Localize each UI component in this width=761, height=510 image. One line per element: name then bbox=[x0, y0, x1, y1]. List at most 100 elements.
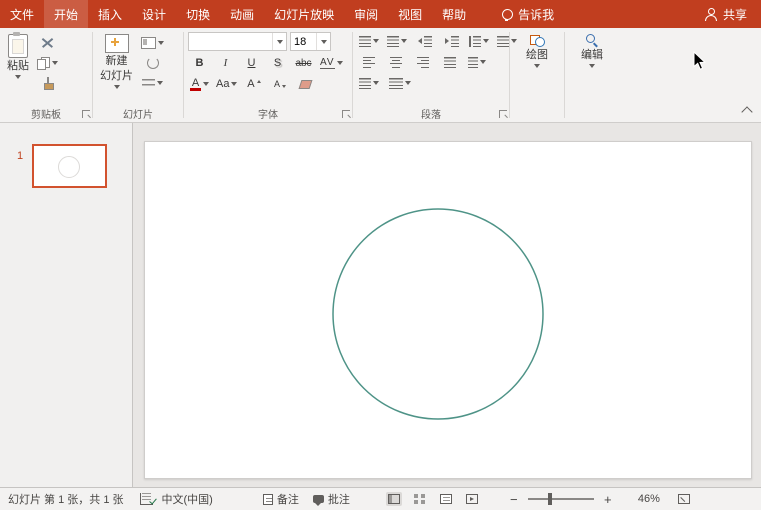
editing-button[interactable]: 编辑 bbox=[578, 32, 606, 70]
workspace: 1 bbox=[0, 123, 761, 487]
font-group: B I U S abc AV A bbox=[184, 28, 352, 122]
tab-view[interactable]: 视图 bbox=[388, 0, 432, 28]
section-button[interactable] bbox=[139, 74, 166, 92]
lightbulb-icon bbox=[502, 8, 514, 21]
slide-number: 1 bbox=[17, 150, 24, 162]
shrink-font-button[interactable]: A bbox=[268, 75, 291, 93]
format-painter-button[interactable] bbox=[35, 74, 60, 92]
paragraph-dialog-launcher[interactable] bbox=[499, 110, 507, 118]
copy-button[interactable] bbox=[35, 54, 60, 72]
paragraph-group: 段落 bbox=[353, 28, 517, 122]
status-bar: 幻灯片 第 1 张，共 1 张 中文(中国) 备注 批注 − + 46% bbox=[0, 487, 761, 510]
cut-button[interactable] bbox=[35, 34, 60, 52]
line-spacing-button[interactable] bbox=[467, 32, 491, 50]
slide-thumbnail[interactable] bbox=[32, 144, 107, 188]
new-slide-button[interactable]: 新建 幻灯片 bbox=[97, 32, 136, 91]
drawing-label: 绘图 bbox=[526, 49, 548, 61]
comments-button[interactable]: 批注 bbox=[312, 491, 350, 507]
character-spacing-button[interactable]: AV bbox=[318, 54, 345, 72]
slide-thumbnail-panel[interactable]: 1 bbox=[0, 123, 133, 487]
paste-button[interactable]: 粘贴 bbox=[4, 32, 32, 81]
reset-icon bbox=[146, 57, 159, 69]
layout-button[interactable] bbox=[139, 34, 166, 52]
change-case-label: Aa bbox=[216, 78, 230, 90]
font-size-dropdown[interactable] bbox=[316, 33, 330, 50]
oval-shape[interactable] bbox=[332, 208, 544, 420]
dropdown-caret bbox=[320, 39, 327, 44]
tab-slide-show[interactable]: 幻灯片放映 bbox=[264, 0, 344, 28]
bold-button[interactable]: B bbox=[188, 54, 211, 72]
scissors-icon bbox=[41, 37, 54, 49]
font-size-input[interactable] bbox=[291, 35, 316, 48]
zoom-slider-thumb[interactable] bbox=[547, 493, 552, 505]
change-case-button[interactable]: Aa bbox=[214, 75, 239, 93]
underline-button[interactable]: U bbox=[240, 54, 263, 72]
font-name-dropdown[interactable] bbox=[272, 33, 286, 50]
copy-icon bbox=[37, 56, 50, 70]
clipboard-dialog-launcher[interactable] bbox=[82, 110, 90, 118]
dropdown-caret bbox=[52, 61, 58, 65]
font-size-combo[interactable] bbox=[290, 32, 331, 51]
zoom-slider[interactable] bbox=[527, 493, 594, 505]
slideshow-icon bbox=[465, 494, 478, 504]
convert-smartart-button[interactable] bbox=[387, 74, 413, 92]
dropdown-caret bbox=[157, 81, 163, 85]
lines-icon bbox=[450, 35, 459, 47]
spell-check-icon[interactable] bbox=[139, 493, 153, 505]
normal-view-button[interactable] bbox=[385, 492, 402, 506]
slide[interactable] bbox=[144, 141, 752, 479]
numbering-button[interactable] bbox=[385, 32, 409, 50]
strikethrough-button[interactable]: abc bbox=[292, 54, 315, 72]
font-dialog-launcher[interactable] bbox=[342, 110, 350, 118]
language-indicator[interactable]: 中文(中国) bbox=[162, 491, 213, 507]
font-name-combo[interactable] bbox=[188, 32, 287, 51]
zoom-level[interactable]: 46% bbox=[638, 493, 660, 505]
reading-view-button[interactable] bbox=[438, 492, 454, 506]
align-center-button[interactable] bbox=[384, 53, 407, 71]
decrease-indent-button[interactable] bbox=[413, 32, 436, 50]
tell-me-button[interactable]: 告诉我 bbox=[490, 0, 566, 28]
tab-transitions[interactable]: 切换 bbox=[176, 0, 220, 28]
clear-formatting-button[interactable] bbox=[294, 75, 317, 93]
tab-animations[interactable]: 动画 bbox=[220, 0, 264, 28]
tab-help[interactable]: 帮助 bbox=[432, 0, 476, 28]
grow-font-button[interactable]: A bbox=[242, 75, 265, 93]
bullets-button[interactable] bbox=[357, 32, 381, 50]
font-name-input[interactable] bbox=[189, 35, 272, 48]
zoom-out-button[interactable]: − bbox=[508, 492, 520, 507]
fit-to-window-button[interactable] bbox=[677, 494, 690, 504]
justify-button[interactable] bbox=[438, 53, 461, 71]
drawing-button[interactable]: 绘图 bbox=[523, 32, 551, 70]
collapse-ribbon-button[interactable] bbox=[741, 106, 753, 118]
text-shadow-button[interactable]: S bbox=[266, 54, 289, 72]
search-icon bbox=[585, 34, 599, 47]
columns-button[interactable] bbox=[465, 53, 488, 71]
zoom-in-button[interactable]: + bbox=[602, 492, 614, 507]
tab-insert[interactable]: 插入 bbox=[88, 0, 132, 28]
align-text-button[interactable] bbox=[357, 74, 381, 92]
dropdown-caret bbox=[482, 39, 489, 43]
notes-button[interactable]: 备注 bbox=[262, 491, 299, 507]
slide-editing-area[interactable] bbox=[133, 123, 761, 487]
slide-indicator: 幻灯片 第 1 张，共 1 张 bbox=[8, 494, 124, 506]
reset-button[interactable] bbox=[139, 54, 166, 72]
lines-icon bbox=[472, 35, 481, 47]
tab-home[interactable]: 开始 bbox=[44, 0, 89, 28]
dropdown-caret bbox=[203, 82, 209, 86]
font-color-button[interactable]: A bbox=[188, 75, 211, 93]
tab-file[interactable]: 文件 bbox=[0, 0, 44, 28]
italic-button[interactable]: I bbox=[214, 54, 237, 72]
slide-sorter-view-button[interactable] bbox=[412, 492, 428, 506]
increase-indent-button[interactable] bbox=[440, 32, 463, 50]
notes-icon bbox=[262, 493, 273, 505]
slides-group-label: 幻灯片 bbox=[123, 110, 153, 121]
tab-review[interactable]: 审阅 bbox=[344, 0, 388, 28]
columns-icon bbox=[467, 56, 478, 68]
slideshow-view-button[interactable] bbox=[464, 492, 480, 506]
align-right-button[interactable] bbox=[411, 53, 434, 71]
dropdown-caret bbox=[479, 60, 486, 64]
share-button[interactable]: 共享 bbox=[691, 0, 761, 28]
tab-design[interactable]: 设计 bbox=[132, 0, 176, 28]
clipboard-group: 粘贴 剪贴板 bbox=[0, 28, 92, 122]
align-left-button[interactable] bbox=[357, 53, 380, 71]
